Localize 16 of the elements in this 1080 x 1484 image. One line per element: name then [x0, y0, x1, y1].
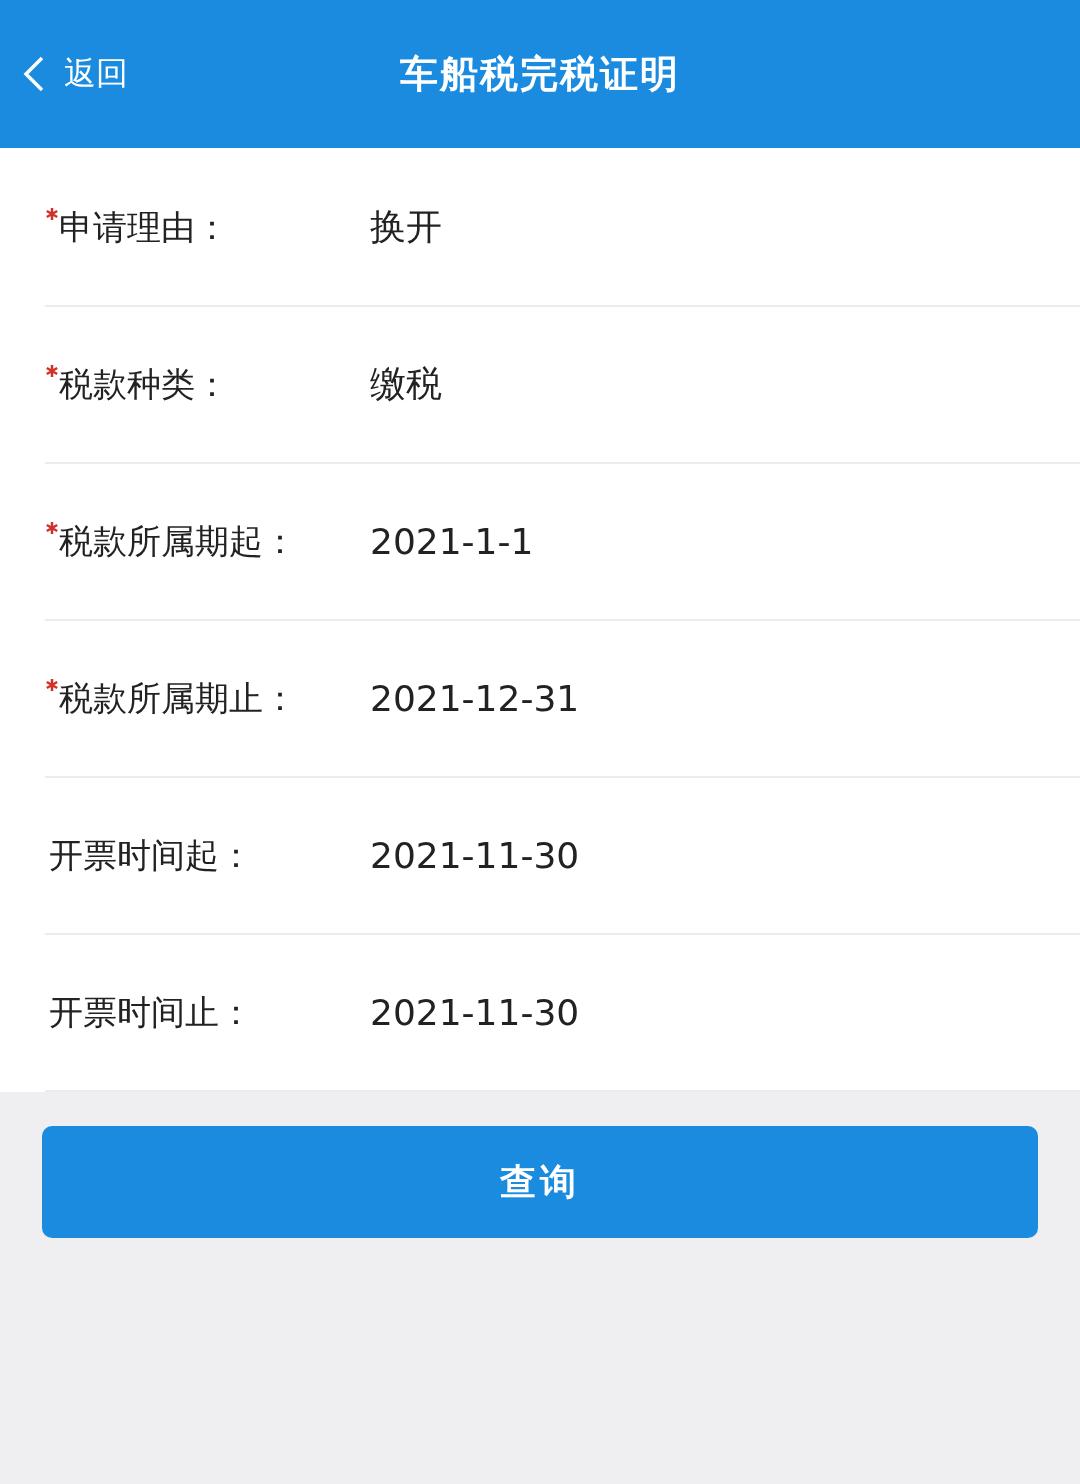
chevron-left-icon: [22, 56, 46, 92]
field-label: 税款所属期起：: [59, 519, 297, 563]
field-value[interactable]: 2021-11-30: [370, 992, 580, 1033]
field-value[interactable]: 2021-12-31: [370, 678, 580, 719]
field-label: 税款种类：: [59, 362, 229, 406]
field-label: 申请理由：: [59, 205, 229, 249]
query-button[interactable]: 查询: [42, 1126, 1038, 1238]
page-title: 车船税完税证明: [400, 50, 680, 98]
field-value[interactable]: 换开: [370, 203, 442, 252]
field-label: 税款所属期止：: [59, 676, 297, 720]
field-value[interactable]: 2021-1-1: [370, 521, 534, 562]
field-label: 开票时间起：: [49, 833, 253, 877]
back-button[interactable]: 返回: [22, 52, 128, 96]
field-value[interactable]: 缴税: [370, 360, 442, 409]
field-label: 开票时间止：: [49, 990, 253, 1034]
field-value[interactable]: 2021-11-30: [370, 835, 580, 876]
